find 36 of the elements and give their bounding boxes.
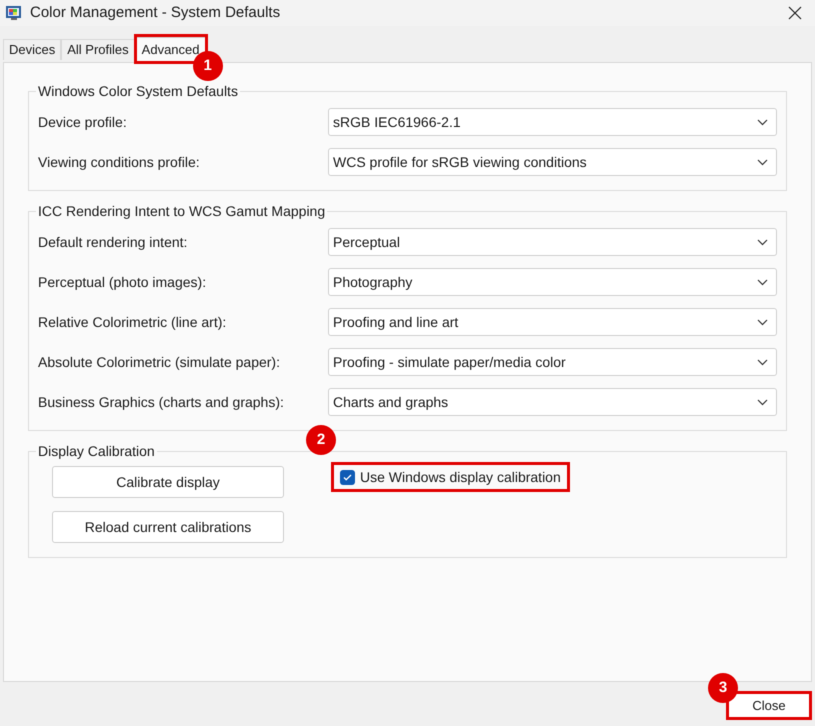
action-button[interactable]: Reload current calibrations bbox=[52, 511, 284, 543]
field-label: Perceptual (photo images): bbox=[38, 272, 208, 292]
chevron-down-icon bbox=[757, 118, 768, 126]
callout-badge: 2 bbox=[306, 425, 336, 455]
field-label: Business Graphics (charts and graphs): bbox=[38, 392, 285, 412]
tab[interactable]: Advanced bbox=[134, 37, 206, 62]
chevron-down-icon bbox=[757, 358, 768, 366]
dropdown[interactable]: Proofing - simulate paper/media color bbox=[328, 348, 777, 376]
group-title: Windows Color System Defaults bbox=[37, 82, 239, 101]
chevron-down-icon bbox=[757, 158, 768, 166]
field-label: Relative Colorimetric (line art): bbox=[38, 312, 228, 332]
dropdown[interactable]: Proofing and line art bbox=[328, 308, 777, 336]
tab[interactable]: Devices bbox=[3, 38, 62, 60]
window-title: Color Management - System Defaults bbox=[30, 2, 280, 23]
chevron-down-icon bbox=[757, 398, 768, 406]
field-label: Absolute Colorimetric (simulate paper): bbox=[38, 352, 281, 372]
dropdown[interactable]: Photography bbox=[328, 268, 777, 296]
tab[interactable]: All Profiles bbox=[61, 38, 135, 60]
dropdown[interactable]: WCS profile for sRGB viewing conditions bbox=[328, 148, 777, 176]
field-label: Device profile: bbox=[38, 112, 128, 132]
chevron-down-icon bbox=[757, 318, 768, 326]
chevron-down-icon bbox=[757, 278, 768, 286]
chevron-down-icon bbox=[757, 238, 768, 246]
group-title: Display Calibration bbox=[37, 442, 156, 461]
group-title: ICC Rendering Intent to WCS Gamut Mapping bbox=[37, 202, 326, 221]
dropdown[interactable]: Perceptual bbox=[328, 228, 777, 256]
dropdown[interactable]: Charts and graphs bbox=[328, 388, 777, 416]
action-button[interactable]: Calibrate display bbox=[52, 466, 284, 498]
field-label: Default rendering intent: bbox=[38, 232, 188, 252]
app-icon bbox=[5, 4, 23, 22]
checkmark-icon bbox=[343, 474, 352, 480]
dropdown[interactable]: sRGB IEC61966-2.1 bbox=[328, 108, 777, 136]
field-label: Viewing conditions profile: bbox=[38, 152, 201, 172]
checkbox-option[interactable]: Use Windows display calibration bbox=[331, 462, 570, 492]
checkbox[interactable] bbox=[340, 470, 355, 484]
close-button[interactable]: Close bbox=[726, 691, 812, 720]
